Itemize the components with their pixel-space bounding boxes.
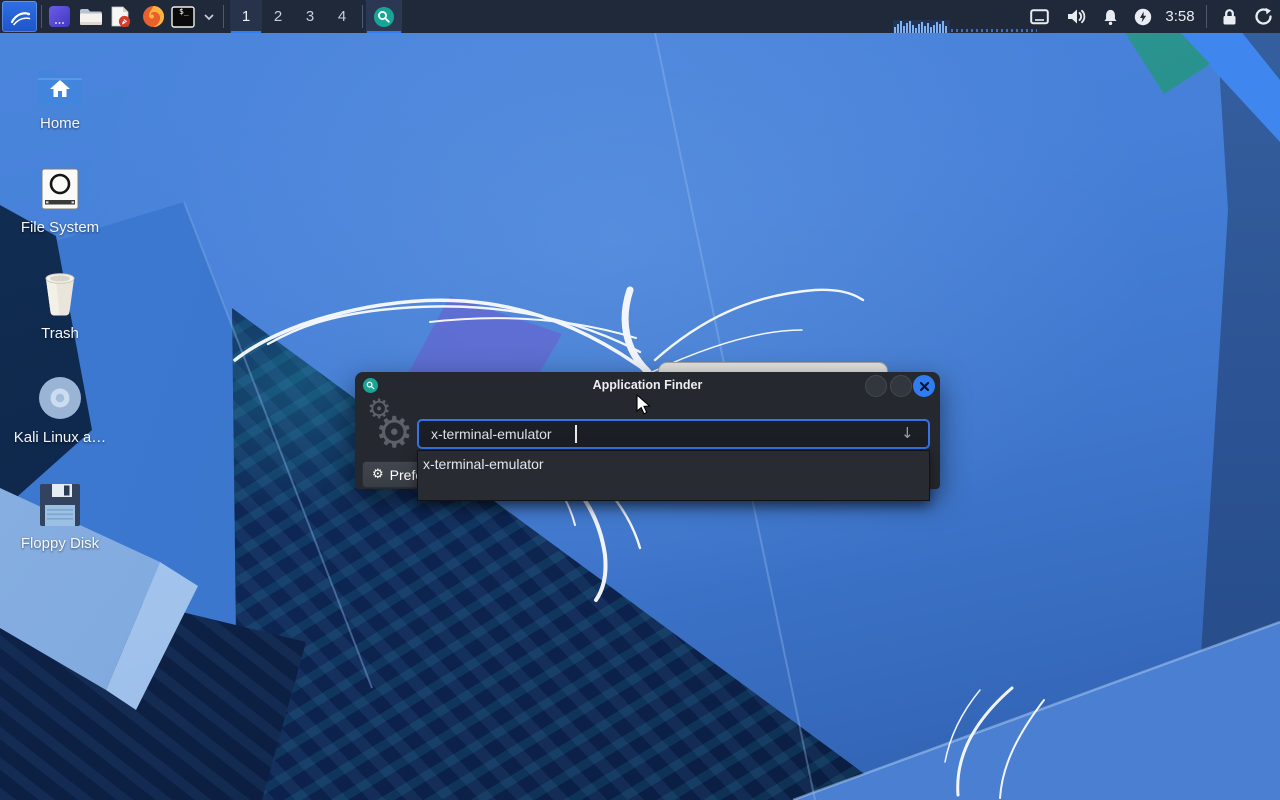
desktop-icon-label: Trash bbox=[41, 325, 79, 342]
workspace-button-1[interactable]: 1 bbox=[230, 0, 262, 33]
active-underline bbox=[367, 31, 401, 33]
panel-separator bbox=[1206, 5, 1207, 28]
desktop-icon-file-system[interactable]: File System bbox=[4, 160, 116, 236]
launcher-firefox[interactable] bbox=[138, 0, 168, 33]
chevron-down-icon bbox=[204, 13, 214, 20]
home-folder-icon bbox=[4, 56, 116, 108]
clock[interactable]: 3:58 bbox=[1158, 0, 1202, 33]
terminal-glyph: $_ bbox=[179, 7, 189, 16]
kali-dragon-icon bbox=[10, 11, 30, 25]
workspace-label: 4 bbox=[337, 8, 347, 25]
floppy-disk-icon bbox=[4, 476, 116, 528]
bell-icon bbox=[1103, 9, 1117, 25]
optical-disc-icon bbox=[4, 370, 116, 422]
gear-icon: ⚙ bbox=[372, 467, 384, 482]
launcher-terminal[interactable]: $_ bbox=[169, 0, 196, 33]
volume-icon bbox=[1067, 9, 1085, 24]
desktop-icon-label: Home bbox=[39, 115, 80, 132]
notifications-tray-button[interactable] bbox=[1096, 0, 1124, 33]
file-manager-icon bbox=[80, 8, 102, 25]
lock-icon bbox=[1223, 8, 1235, 24]
application-finder-window: Application Finder ⚙⚙ ↓ ⚙ Preferences x-… bbox=[355, 372, 940, 501]
text-editor-icon bbox=[111, 6, 131, 28]
files-app-icon bbox=[48, 6, 70, 27]
lock-screen-button[interactable] bbox=[1214, 0, 1244, 33]
workspace-button-4[interactable]: 4 bbox=[326, 0, 358, 33]
desktop-icon-label: File System bbox=[20, 219, 100, 236]
log-out-icon bbox=[1254, 7, 1272, 25]
active-underline bbox=[231, 31, 261, 33]
panel-separator bbox=[223, 5, 224, 28]
desktop-icon-label: Floppy Disk bbox=[20, 535, 100, 552]
panel-separator bbox=[41, 5, 42, 28]
graph-overflow-dots bbox=[951, 29, 1037, 32]
power-circle-icon bbox=[1134, 8, 1152, 25]
launcher-files-app[interactable] bbox=[44, 0, 74, 33]
display-tray-button[interactable] bbox=[1026, 0, 1052, 33]
top-panel: $_ 1 2 3 4 3:58 bbox=[0, 0, 1280, 33]
gears-icon: ⚙ ⚙ bbox=[367, 394, 414, 458]
completion-item[interactable]: x-terminal-emulator bbox=[418, 451, 929, 477]
clock-text: 3:58 bbox=[1165, 8, 1195, 25]
text-caret bbox=[575, 425, 577, 443]
workspace-label: 2 bbox=[273, 8, 283, 25]
firefox-icon bbox=[142, 6, 164, 28]
log-out-button[interactable] bbox=[1248, 0, 1278, 33]
arrow-down-icon[interactable]: ↓ bbox=[901, 424, 914, 442]
workspace-button-3[interactable]: 3 bbox=[294, 0, 326, 33]
trash-can-icon bbox=[4, 266, 116, 318]
window-title: Application Finder bbox=[592, 378, 703, 392]
volume-tray-button[interactable] bbox=[1062, 0, 1090, 33]
desktop-icon-kali-cd[interactable]: Kali Linux a… bbox=[4, 370, 116, 446]
window-minimize-button[interactable] bbox=[865, 375, 887, 397]
launcher-text-editor[interactable] bbox=[107, 0, 135, 33]
workspace-label: 3 bbox=[305, 8, 315, 25]
workspace-button-2[interactable]: 2 bbox=[262, 0, 294, 33]
completion-popup: x-terminal-emulator bbox=[417, 450, 930, 501]
panel-separator bbox=[362, 5, 363, 28]
desktop-icon-label: Kali Linux a… bbox=[13, 429, 107, 446]
window-close-button[interactable] bbox=[913, 375, 935, 397]
desktop-icon-trash[interactable]: Trash bbox=[4, 266, 116, 342]
search-input[interactable] bbox=[417, 419, 930, 449]
launcher-file-manager[interactable] bbox=[76, 0, 106, 33]
search-icon bbox=[374, 6, 394, 27]
window-maximize-button[interactable] bbox=[890, 375, 912, 397]
power-manager-tray-button[interactable] bbox=[1128, 0, 1158, 33]
hard-disk-icon bbox=[4, 160, 116, 212]
desktop-icon-floppy-disk[interactable]: Floppy Disk bbox=[4, 476, 116, 552]
desktop-icon-home[interactable]: Home bbox=[4, 56, 116, 132]
terminal-dropdown-button[interactable] bbox=[200, 0, 218, 33]
mouse-cursor bbox=[636, 394, 651, 415]
kali-menu-button[interactable] bbox=[2, 1, 37, 32]
workspace-label: 1 bbox=[241, 8, 251, 25]
display-icon bbox=[1029, 8, 1049, 24]
cpu-graph-widget[interactable] bbox=[893, 20, 950, 33]
application-finder-launcher[interactable] bbox=[366, 0, 402, 33]
